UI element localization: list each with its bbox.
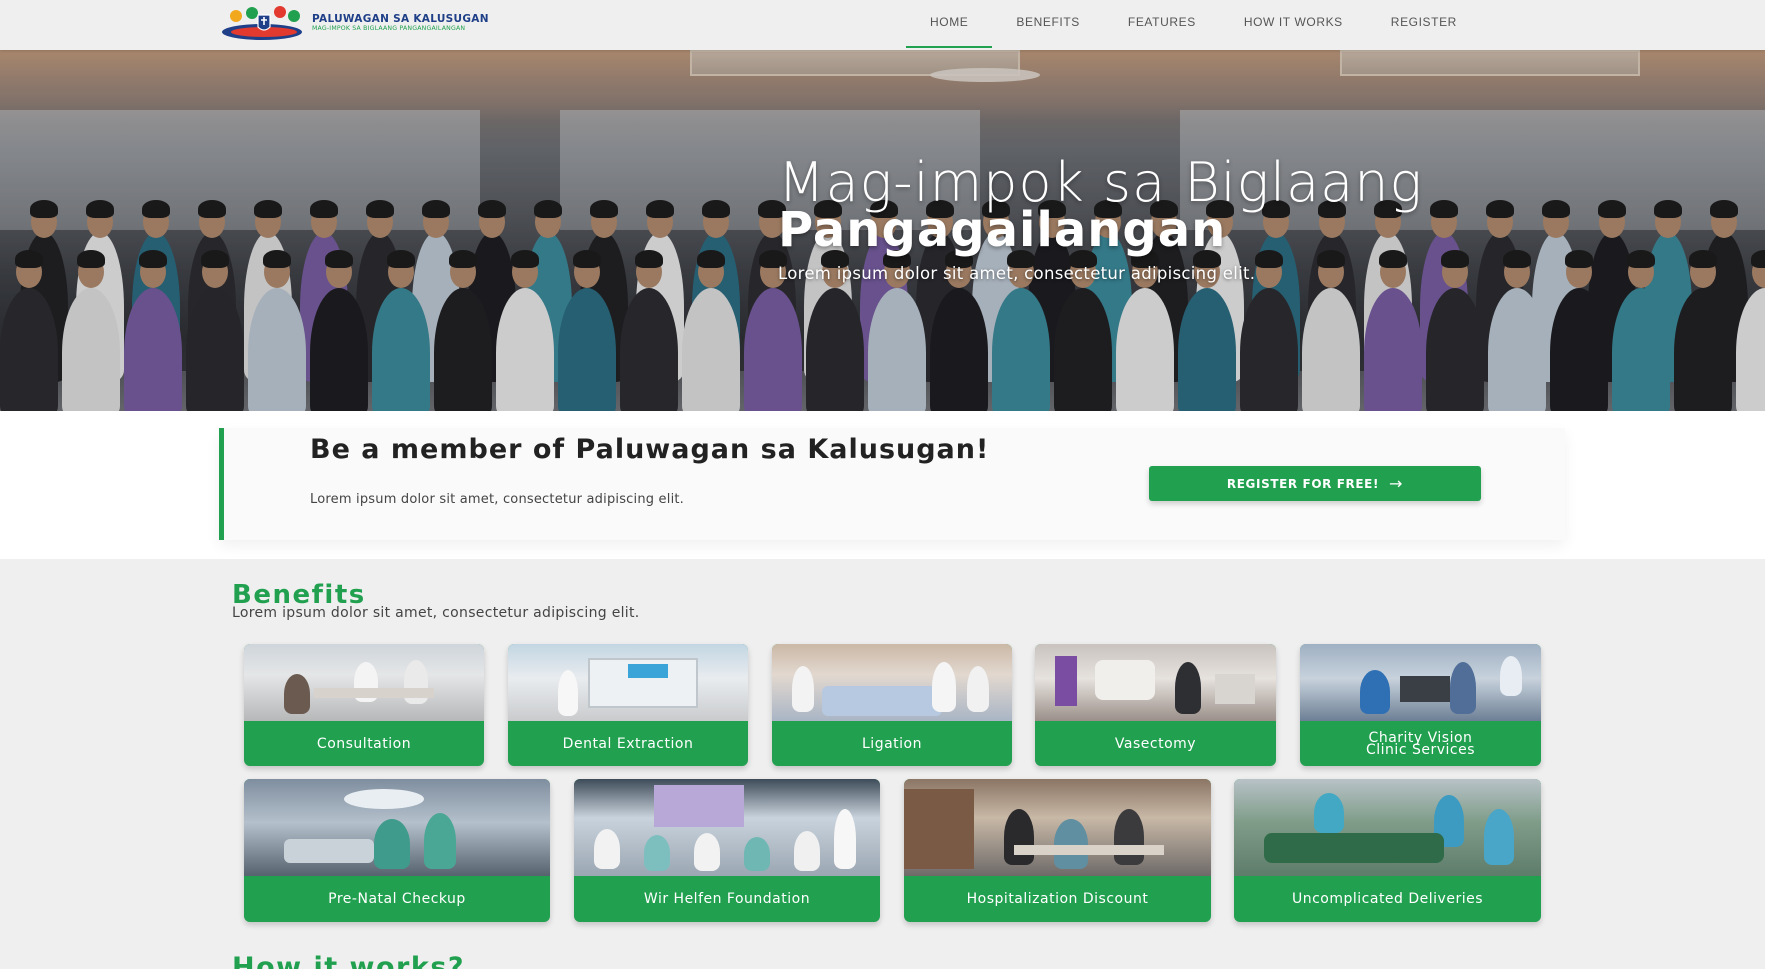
benefit-card-wir-helfen[interactable]: Wir Helfen Foundation	[574, 779, 880, 922]
benefits-subtitle: Lorem ipsum dolor sit amet, consectetur …	[232, 605, 640, 621]
benefit-card-pre-natal[interactable]: Pre-Natal Checkup	[244, 779, 550, 922]
membership-title: Be a member of Paluwagan sa Kalusugan!	[310, 434, 990, 465]
hero-banner: Mag-impok sa Biglaang Pangagailangan Lor…	[0, 50, 1765, 411]
benefit-card-dental-extraction[interactable]: Dental Extraction	[508, 644, 748, 766]
deliveries-photo	[1234, 779, 1541, 876]
benefit-card-uncomplicated-deliveries[interactable]: Uncomplicated Deliveries	[1234, 779, 1541, 922]
register-for-free-button[interactable]: REGISTER FOR FREE! →	[1149, 466, 1481, 501]
benefit-label: Charity Vision Clinic Services	[1366, 729, 1475, 758]
logo-tagline: MAG-IMPOK SA BIGLAANG PANGANGAILANGAN	[312, 25, 466, 32]
brand-logo[interactable]: PALUWAGAN SA KALUSUGAN MAG-IMPOK SA BIGL…	[222, 5, 489, 41]
benefit-card-vasectomy[interactable]: Vasectomy	[1035, 644, 1276, 766]
top-navbar: PALUWAGAN SA KALUSUGAN MAG-IMPOK SA BIGL…	[0, 0, 1765, 50]
nav-menu: HOME BENEFITS FEATURES HOW IT WORKS REGI…	[906, 0, 1481, 50]
nav-item-register[interactable]: REGISTER	[1367, 0, 1481, 48]
benefit-label: Consultation	[316, 735, 412, 752]
benefit-label: Hospitalization Discount	[966, 891, 1149, 907]
vasectomy-photo	[1035, 644, 1276, 721]
benefit-label: Vasectomy	[1114, 735, 1197, 752]
nav-item-benefits[interactable]: BENEFITS	[992, 0, 1103, 48]
how-it-works-heading: How it works?	[232, 952, 466, 969]
benefit-card-ligation[interactable]: Ligation	[772, 644, 1012, 766]
membership-subtitle: Lorem ipsum dolor sit amet, consectetur …	[310, 492, 685, 507]
nav-item-features[interactable]: FEATURES	[1104, 0, 1220, 48]
dental-photo	[508, 644, 748, 721]
logo-text: PALUWAGAN SA KALUSUGAN MAG-IMPOK SA BIGL…	[312, 13, 489, 33]
benefit-label: Wir Helfen Foundation	[643, 891, 811, 907]
benefit-card-hospitalization[interactable]: Hospitalization Discount	[904, 779, 1211, 922]
benefit-label: Pre-Natal Checkup	[328, 891, 466, 907]
nav-item-home[interactable]: HOME	[906, 0, 993, 48]
hero-subtitle: Lorem ipsum dolor sit amet, consectetur …	[778, 264, 1256, 283]
register-button-label: REGISTER FOR FREE!	[1226, 476, 1380, 491]
nav-item-how-it-works[interactable]: HOW IT WORKS	[1220, 0, 1367, 48]
benefit-label: Ligation	[862, 735, 922, 752]
foundation-photo	[574, 779, 880, 876]
membership-section: Be a member of Paluwagan sa Kalusugan! L…	[0, 411, 1765, 559]
benefit-label: Uncomplicated Deliveries	[1291, 891, 1484, 907]
hospitalization-photo	[904, 779, 1211, 876]
vision-photo	[1300, 644, 1541, 721]
logo-emblem-icon	[222, 5, 308, 41]
benefit-label: Dental Extraction	[562, 735, 694, 752]
arrow-right-icon: →	[1389, 474, 1404, 493]
benefit-card-charity-vision[interactable]: Charity Vision Clinic Services	[1300, 644, 1541, 766]
membership-callout: Be a member of Paluwagan sa Kalusugan! L…	[219, 428, 1565, 540]
ligation-photo	[772, 644, 1012, 721]
benefit-card-consultation[interactable]: Consultation	[244, 644, 484, 766]
consultation-photo	[244, 644, 484, 721]
logo-name: PALUWAGAN SA KALUSUGAN	[312, 13, 489, 25]
hero-title-line2: Pangagailangan	[778, 202, 1227, 258]
prenatal-photo	[244, 779, 550, 876]
